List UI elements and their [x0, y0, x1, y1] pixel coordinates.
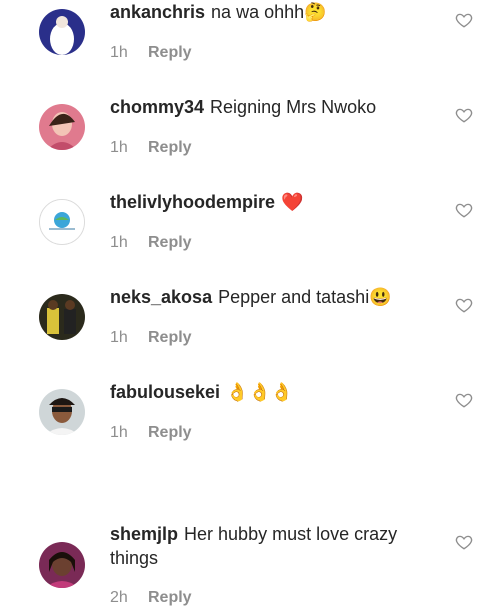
reply-button[interactable]: Reply: [148, 234, 192, 251]
avatar[interactable]: [39, 104, 85, 150]
comment-username[interactable]: ankanchris: [110, 2, 205, 22]
avatar[interactable]: [39, 542, 85, 588]
comment-text: ankanchris na wa ohhh🤔: [110, 0, 430, 24]
comment-body: Reigning Mrs Nwoko: [210, 97, 377, 117]
comment-body: na wa ohhh: [211, 2, 305, 22]
reply-button[interactable]: Reply: [148, 139, 192, 156]
reply-button[interactable]: Reply: [148, 329, 192, 346]
comment-text: neks_akosa Pepper and tatashi😃: [110, 285, 430, 309]
comment-time: 1h: [110, 329, 128, 346]
heart-outline-icon[interactable]: [455, 106, 473, 124]
avatar[interactable]: [39, 9, 85, 55]
comment-meta: 1h Reply: [110, 44, 192, 62]
comment-time: 1h: [110, 44, 128, 61]
thinking-emoji: 🤔: [304, 2, 327, 22]
reply-button[interactable]: Reply: [148, 424, 192, 441]
comment-meta: 2h Reply: [110, 589, 192, 607]
avatar[interactable]: [39, 199, 85, 245]
comment-time: 1h: [110, 139, 128, 156]
comment-meta: 1h Reply: [110, 424, 192, 442]
heart-outline-icon[interactable]: [455, 296, 473, 314]
comment-time: 1h: [110, 424, 128, 441]
comment-time: 2h: [110, 589, 128, 606]
heart-outline-icon[interactable]: [455, 201, 473, 219]
reply-button[interactable]: Reply: [148, 44, 192, 61]
comment-username[interactable]: shemjlp: [110, 524, 178, 544]
comment-username[interactable]: neks_akosa: [110, 287, 212, 307]
comment-username[interactable]: fabulousekei: [110, 382, 220, 402]
avatar[interactable]: [39, 294, 85, 340]
comment-body: Pepper and tatashi: [218, 287, 370, 307]
comment-time: 1h: [110, 234, 128, 251]
comment-meta: 1h Reply: [110, 139, 192, 157]
heart-outline-icon[interactable]: [455, 391, 473, 409]
comment-meta: 1h Reply: [110, 329, 192, 347]
comment-text: chommy34 Reigning Mrs Nwoko: [110, 95, 430, 119]
avatar[interactable]: [39, 389, 85, 435]
heart-outline-icon[interactable]: [455, 11, 473, 29]
comment-text: thelivlyhoodempire ❤️: [110, 190, 430, 214]
comment-username[interactable]: chommy34: [110, 97, 204, 117]
grinning-emoji: 😃: [369, 287, 392, 307]
ok-hand-emoji: 👌👌👌: [226, 382, 294, 402]
comment-meta: 1h Reply: [110, 234, 192, 252]
comment-text: shemjlp Her hubby must love crazy things: [110, 522, 430, 570]
comment-username[interactable]: thelivlyhoodempire: [110, 192, 275, 212]
heart-outline-icon[interactable]: [455, 533, 473, 551]
comment-text: fabulousekei 👌👌👌: [110, 380, 430, 404]
reply-button[interactable]: Reply: [148, 589, 192, 606]
red-heart-emoji: ❤️: [281, 192, 304, 212]
